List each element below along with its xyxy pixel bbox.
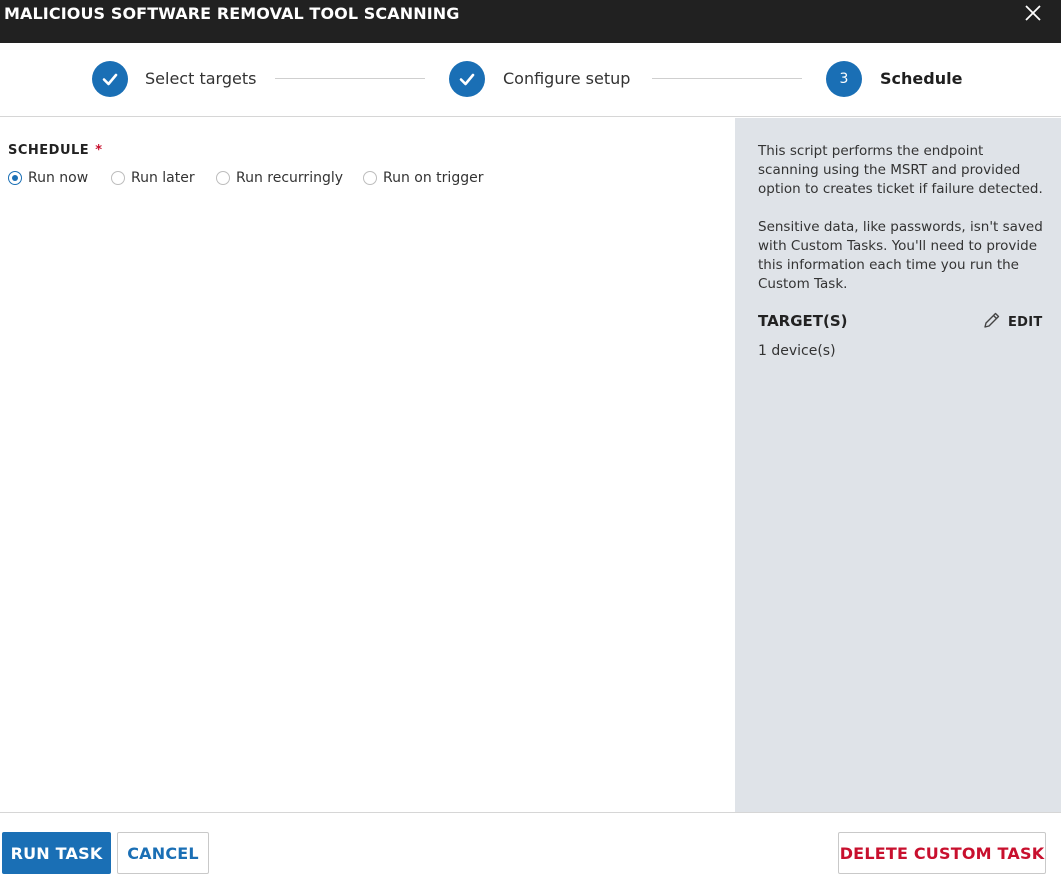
radio-unselected-icon[interactable] [111,171,125,185]
info-side-panel: This script performs the endpoint scanni… [735,118,1061,812]
main-panel: SCHEDULE * Run now Run later Run recurrin… [0,118,735,812]
radio-run-later[interactable]: Run later [111,169,195,187]
step-2-label[interactable]: Configure setup [503,69,630,88]
cancel-button[interactable]: CANCEL [117,832,209,874]
close-icon[interactable] [1022,2,1044,24]
required-mark: * [95,143,103,158]
edit-label: EDIT [1008,314,1043,330]
delete-custom-task-button[interactable]: DELETE CUSTOM TASK [838,832,1046,874]
task-description: This script performs the endpoint scanni… [758,142,1048,313]
radio-label: Run later [131,170,195,186]
step-2-complete-icon [449,61,485,97]
run-task-button[interactable]: RUN TASK [2,832,111,874]
sensitive-data-note: Sensitive data, like passwords, isn't sa… [758,219,1043,292]
pencil-icon [982,310,1002,334]
step-3-label: Schedule [880,69,963,88]
radio-label: Run recurringly [236,170,344,186]
title-bar: MALICIOUS SOFTWARE REMOVAL TOOL SCANNING [0,0,1061,43]
radio-unselected-icon[interactable] [216,171,230,185]
dialog-title: MALICIOUS SOFTWARE REMOVAL TOOL SCANNING [4,4,460,23]
schedule-heading: SCHEDULE * [8,143,103,158]
step-1-complete-icon [92,61,128,97]
step-connector [652,78,802,79]
radio-run-recurringly[interactable]: Run recurringly [216,169,343,187]
radio-label: Run on trigger [383,170,484,186]
dialog: MALICIOUS SOFTWARE REMOVAL TOOL SCANNING… [0,0,1061,889]
description-paragraph: This script performs the endpoint scanni… [758,143,1043,197]
schedule-label: SCHEDULE [8,143,90,158]
schedule-options: Run now Run later Run recurringly Run on… [8,169,728,187]
step-connector [275,78,425,79]
edit-targets-button[interactable]: EDIT [982,310,1043,334]
footer: RUN TASK CANCEL DELETE CUSTOM TASK [0,812,1061,889]
step-1-label[interactable]: Select targets [145,69,256,88]
step-3-number: 3 [826,61,862,97]
stepper: Select targets Configure setup 3 Schedul… [0,43,1061,117]
radio-selected-icon[interactable] [8,171,22,185]
radio-run-now[interactable]: Run now [8,169,88,187]
radio-run-on-trigger[interactable]: Run on trigger [363,169,483,187]
target-count: 1 device(s) [758,343,836,359]
radio-label: Run now [28,170,89,186]
radio-unselected-icon[interactable] [363,171,377,185]
targets-heading: TARGET(S) [758,312,848,330]
